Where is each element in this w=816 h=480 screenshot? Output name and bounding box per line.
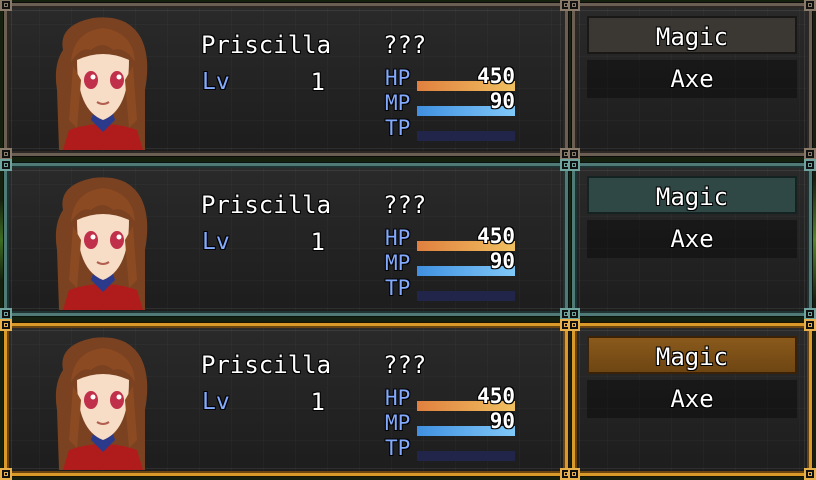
mp-gauge: MP 90 [385, 89, 515, 116]
actor-face-portrait [33, 170, 173, 310]
actor-class: ??? [383, 191, 427, 219]
actor-name: Priscilla [201, 191, 332, 219]
command-axe[interactable]: Axe [587, 60, 797, 98]
actor-face-portrait [33, 10, 173, 150]
actor-name: Priscilla [201, 351, 332, 379]
frame-corner [804, 468, 816, 480]
tp-gauge: TP [385, 436, 515, 461]
tp-label: TP [385, 436, 411, 460]
mp-gauge: MP 90 [385, 249, 515, 276]
command-window: Magic Axe [568, 319, 816, 480]
level-value: 1 [310, 228, 325, 256]
frame-corner [0, 468, 12, 480]
level-label: Lv [202, 69, 230, 95]
frame-corner [568, 0, 580, 11]
command-axe[interactable]: Axe [587, 220, 797, 258]
frame-corner [568, 468, 580, 480]
hp-label: HP [385, 386, 411, 410]
command-window: Magic Axe [568, 159, 816, 320]
frame-corner [804, 0, 816, 11]
hp-value: 450 [477, 224, 515, 248]
hp-label: HP [385, 66, 411, 90]
frame-corner [0, 319, 12, 331]
frame-corner [804, 319, 816, 331]
hp-gauge: HP 450 [385, 384, 515, 411]
mp-label: MP [385, 411, 411, 435]
tp-label: TP [385, 276, 411, 300]
status-window[interactable]: Priscilla ??? Lv 1 HP 450 MP 90 TP [0, 0, 572, 160]
actor-face-portrait [33, 330, 173, 470]
hp-value: 450 [477, 64, 515, 88]
level-value: 1 [310, 388, 325, 416]
mp-label: MP [385, 91, 411, 115]
command-axe[interactable]: Axe [587, 380, 797, 418]
level-label: Lv [202, 229, 230, 255]
tp-gauge: TP [385, 116, 515, 141]
tp-gauge: TP [385, 276, 515, 301]
command-window: Magic Axe [568, 0, 816, 160]
actor-class: ??? [383, 351, 427, 379]
party-row: Priscilla ??? Lv 1 HP 450 MP 90 TP Magic… [0, 319, 816, 480]
hp-gauge: HP 450 [385, 224, 515, 251]
hp-gauge: HP 450 [385, 64, 515, 91]
mp-value: 90 [489, 249, 515, 273]
actor-class: ??? [383, 31, 427, 59]
command-magic[interactable]: Magic [587, 176, 797, 214]
level-value: 1 [310, 68, 325, 96]
frame-corner [0, 159, 12, 171]
tp-gauge-bar [417, 451, 515, 461]
status-window[interactable]: Priscilla ??? Lv 1 HP 450 MP 90 TP [0, 319, 572, 480]
mp-value: 90 [489, 89, 515, 113]
command-magic[interactable]: Magic [587, 16, 797, 54]
frame-corner [0, 0, 12, 11]
hp-value: 450 [477, 384, 515, 408]
mp-label: MP [385, 251, 411, 275]
tp-gauge-bar [417, 291, 515, 301]
tp-label: TP [385, 116, 411, 140]
frame-corner [804, 159, 816, 171]
mp-gauge: MP 90 [385, 409, 515, 436]
hp-label: HP [385, 226, 411, 250]
frame-corner [568, 159, 580, 171]
level-label: Lv [202, 389, 230, 415]
mp-value: 90 [489, 409, 515, 433]
command-magic[interactable]: Magic [587, 336, 797, 374]
party-row: Priscilla ??? Lv 1 HP 450 MP 90 TP Magic… [0, 159, 816, 320]
frame-corner [568, 319, 580, 331]
actor-name: Priscilla [201, 31, 332, 59]
status-window[interactable]: Priscilla ??? Lv 1 HP 450 MP 90 TP [0, 159, 572, 320]
tp-gauge-bar [417, 131, 515, 141]
party-row: Priscilla ??? Lv 1 HP 450 MP 90 TP Magic… [0, 0, 816, 160]
